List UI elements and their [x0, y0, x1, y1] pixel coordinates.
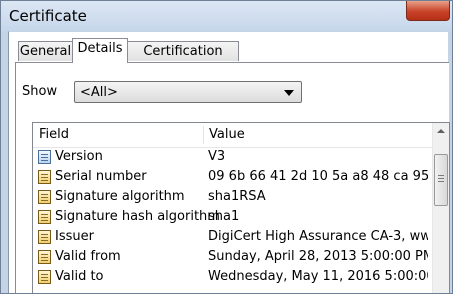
chevron-up-icon	[437, 129, 445, 133]
close-button[interactable]	[406, 1, 450, 21]
vertical-scrollbar[interactable]	[432, 123, 449, 293]
scroll-up-button[interactable]	[433, 123, 449, 140]
field-name: Valid from	[55, 249, 121, 264]
certificate-field-icon	[38, 270, 51, 284]
field-name: Issuer	[55, 229, 94, 244]
list-item-signature-hash-algorithm[interactable]: Signature hash algorithm sha1	[33, 207, 432, 227]
certificate-field-icon	[38, 170, 51, 184]
list-item-issuer[interactable]: Issuer DigiCert High Assurance CA-3, ww.…	[33, 227, 432, 247]
field-value: DigiCert High Assurance CA-3, ww...	[208, 229, 428, 244]
field-value: V3	[208, 149, 226, 164]
title-bar[interactable]: Certificate	[1, 1, 452, 31]
field-name: Signature hash algorithm	[55, 209, 220, 224]
field-name: Valid to	[55, 269, 104, 284]
list-item-version[interactable]: Version V3	[33, 147, 432, 167]
tab-general[interactable]: General	[18, 41, 73, 61]
tab-details[interactable]: Details	[72, 38, 128, 63]
tab-certification-path[interactable]: Certification Path	[127, 41, 239, 78]
scroll-thumb[interactable]	[434, 154, 448, 206]
field-value: Sunday, April 28, 2013 5:00:00 PM	[208, 249, 428, 264]
show-label: Show	[22, 84, 58, 99]
show-dropdown[interactable]: <All>	[74, 81, 302, 103]
chevron-down-icon	[284, 90, 294, 96]
field-value: sha1	[208, 209, 240, 224]
column-header-value[interactable]: Value	[203, 123, 431, 147]
certificate-field-icon	[38, 250, 51, 264]
list-item-signature-algorithm[interactable]: Signature algorithm sha1RSA	[33, 187, 432, 207]
list-item-valid-to[interactable]: Valid to Wednesday, May 11, 2016 5:00:00…	[33, 267, 432, 287]
certificate-field-icon	[38, 190, 51, 204]
field-value: 09 6b 66 41 2d 10 5a a8 48 ca 95 f...	[208, 169, 428, 184]
document-info-icon	[38, 150, 51, 164]
field-name: Version	[55, 149, 103, 164]
tab-strip: General Details Certification Path	[9, 32, 448, 78]
field-value: sha1RSA	[208, 189, 266, 204]
list-header: Field Value	[33, 123, 449, 148]
field-name: Signature algorithm	[55, 189, 185, 204]
certificate-field-icon	[38, 230, 51, 244]
field-name: Serial number	[55, 169, 147, 184]
list-rows: Version V3 Serial number 09 6b 66 41 2d …	[33, 147, 432, 287]
show-dropdown-value: <All>	[80, 85, 118, 100]
certificate-window: Certificate General Details Certificatio…	[0, 0, 453, 294]
window-title: Certificate	[9, 7, 87, 25]
certificate-field-icon	[38, 210, 51, 224]
list-item-serial-number[interactable]: Serial number 09 6b 66 41 2d 10 5a a8 48…	[33, 167, 432, 187]
column-header-field[interactable]: Field	[33, 123, 203, 147]
grip-icon	[438, 175, 444, 176]
list-item-valid-from[interactable]: Valid from Sunday, April 28, 2013 5:00:0…	[33, 247, 432, 267]
field-list[interactable]: Field Value Version V3 Serial number 09 …	[32, 122, 450, 293]
field-value: Wednesday, May 11, 2016 5:00:00 ...	[208, 269, 428, 284]
